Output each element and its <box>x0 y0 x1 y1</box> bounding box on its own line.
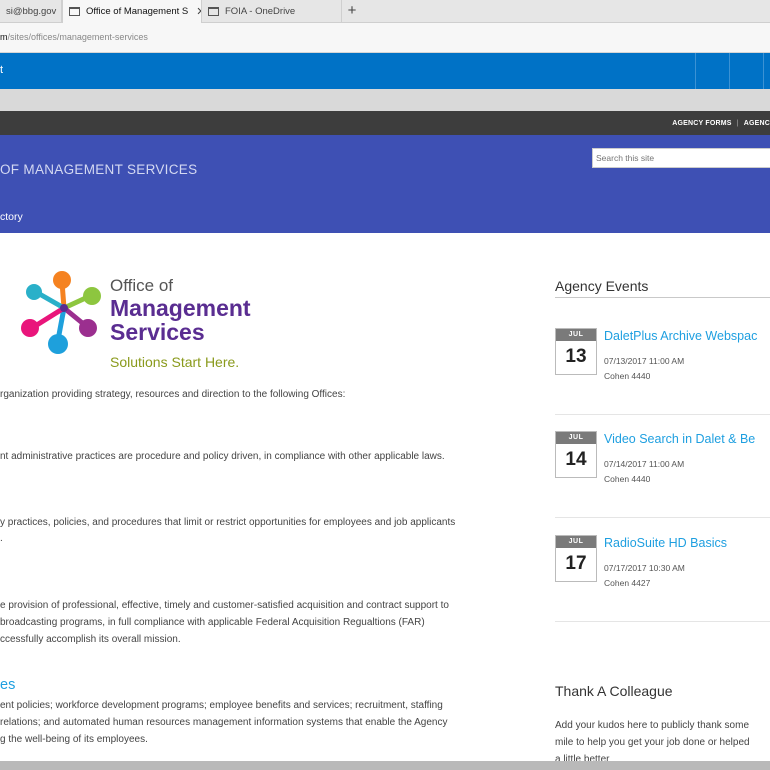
office-description-4-line-1: ent policies; workforce development prog… <box>0 700 443 711</box>
suite-divider <box>695 53 696 89</box>
suite-bar: t <box>0 53 770 89</box>
horizontal-scrollbar[interactable] <box>0 761 770 770</box>
event-divider <box>555 621 770 622</box>
office-description-2-line-2: . <box>0 533 3 544</box>
tab-label: FOIA - OneDrive <box>225 6 296 17</box>
logo-tagline: Solutions Start Here. <box>110 354 240 370</box>
event-day: 14 <box>565 449 587 470</box>
event-item: JUL 17 RadioSuite HD Basics 07/17/2017 1… <box>555 535 770 623</box>
top-links-bar: AGENCY FORMS | AGENC <box>0 111 770 135</box>
agency-forms-link[interactable]: AGENCY FORMS <box>672 120 731 127</box>
new-tab-button[interactable]: + <box>343 2 361 20</box>
browser-tab-foia[interactable]: FOIA - OneDrive <box>202 0 342 23</box>
office-description-1: nt administrative practices are procedur… <box>0 451 445 462</box>
oms-logo-mark-icon <box>21 271 101 354</box>
thank-a-colleague-heading: Thank A Colleague <box>555 683 673 699</box>
event-divider <box>555 414 770 415</box>
event-title-link[interactable]: RadioSuite HD Basics <box>604 536 727 550</box>
event-location: Cohen 4440 <box>604 474 651 484</box>
address-bar[interactable]: m/sites/offices/management-services <box>0 23 770 53</box>
suite-divider <box>763 53 764 89</box>
browser-tab-office-management[interactable]: Office of Management S ✕ <box>62 0 202 23</box>
url-text[interactable]: m/sites/offices/management-services <box>0 32 148 42</box>
event-datetime: 07/14/2017 11:00 AM <box>604 459 685 469</box>
site-title[interactable]: OF MANAGEMENT SERVICES <box>0 162 197 177</box>
agency-link[interactable]: AGENC <box>744 120 770 127</box>
heading-rule <box>555 297 770 298</box>
event-item: JUL 14 Video Search in Dalet & Be 07/14/… <box>555 431 770 519</box>
agency-events-heading: Agency Events <box>555 278 649 294</box>
event-month: JUL <box>556 329 596 341</box>
logo-line-1: Office of <box>110 276 173 295</box>
site-header: OF MANAGEMENT SERVICES ctory <box>0 135 770 233</box>
logo-line-2: Management <box>110 295 251 321</box>
link-divider: | <box>736 119 739 127</box>
event-location: Cohen 4427 <box>604 578 651 588</box>
browser-tab-strip: si@bbg.gov Office of Management S ✕ FOIA… <box>0 0 770 23</box>
intro-text: rganization providing strategy, resource… <box>0 389 346 400</box>
close-tab-icon[interactable]: ✕ <box>188 5 201 18</box>
page-icon <box>208 7 219 16</box>
event-month: JUL <box>556 432 596 444</box>
suite-divider <box>729 53 730 89</box>
office-description-3-line-3: ccessfully accomplish its overall missio… <box>0 634 181 645</box>
event-month: JUL <box>556 536 596 548</box>
office-description-3-line-1: e provision of professional, effective, … <box>0 600 449 611</box>
event-divider <box>555 517 770 518</box>
search-input[interactable] <box>592 148 770 168</box>
office-description-3-line-2: broadcasting programs, in full complianc… <box>0 617 425 628</box>
tab-label: si@bbg.gov <box>6 6 57 17</box>
office-heading-link[interactable]: es <box>0 677 15 693</box>
event-title-link[interactable]: Video Search in Dalet & Be <box>604 432 755 446</box>
event-location: Cohen 4440 <box>604 371 651 381</box>
office-description-2-line-1: y practices, policies, and procedures th… <box>0 517 456 528</box>
event-datetime: 07/17/2017 10:30 AM <box>604 563 685 573</box>
office-description-4-line-2: relations; and automated human resources… <box>0 717 448 728</box>
tab-label: Office of Management S <box>86 6 189 17</box>
browser-tab-mail[interactable]: si@bbg.gov <box>0 0 62 23</box>
kudos-line-1: Add your kudos here to publicly thank so… <box>555 720 749 731</box>
suite-bar-title[interactable]: t <box>0 64 3 76</box>
url-path: /sites/offices/management-services <box>7 32 148 42</box>
event-day: 13 <box>565 346 587 367</box>
nav-item-directory[interactable]: ctory <box>0 211 23 223</box>
oms-logo: Office of Management Services Solutions … <box>18 268 318 378</box>
event-datetime: 07/13/2017 11:00 AM <box>604 356 685 366</box>
event-date-badge: JUL 17 <box>555 535 597 582</box>
url-domain: m <box>0 32 8 42</box>
event-date-badge: JUL 13 <box>555 328 597 375</box>
ribbon-area <box>0 89 770 111</box>
event-day: 17 <box>565 553 587 574</box>
kudos-line-2: mile to help you get your job done or he… <box>555 737 750 748</box>
event-item: JUL 13 DaletPlus Archive Webspac 07/13/2… <box>555 328 770 416</box>
page-icon <box>69 7 80 16</box>
event-date-badge: JUL 14 <box>555 431 597 478</box>
logo-line-3: Services <box>110 319 205 345</box>
event-title-link[interactable]: DaletPlus Archive Webspac <box>604 329 757 343</box>
office-description-4-line-3: g the well-being of its employees. <box>0 734 148 745</box>
